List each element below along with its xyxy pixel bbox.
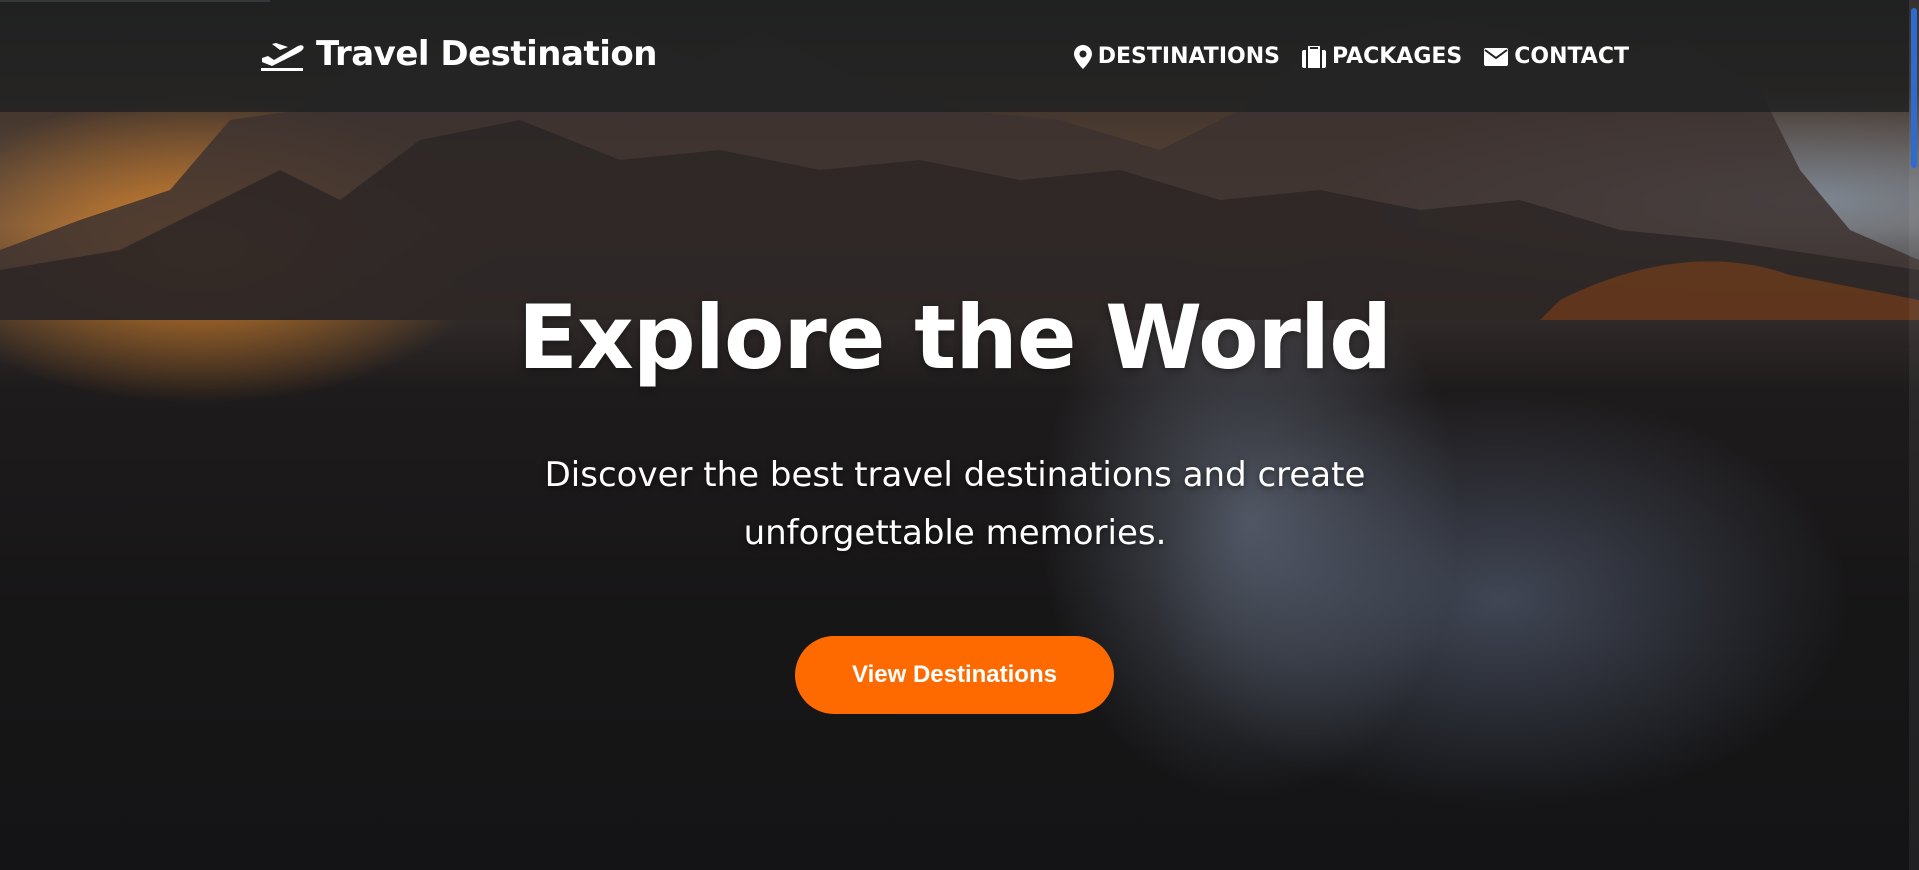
top-navbar: Travel Destination DESTINATIONS PACKAGES: [0, 0, 1909, 112]
nav-contact[interactable]: CONTACT: [1484, 44, 1629, 69]
map-pin-icon: [1073, 44, 1092, 69]
nav-destinations[interactable]: DESTINATIONS: [1073, 44, 1280, 69]
nav-packages[interactable]: PACKAGES: [1301, 44, 1463, 69]
scrollbar-thumb[interactable]: [1911, 8, 1917, 168]
page: Travel Destination DESTINATIONS PACKAGES: [0, 0, 1919, 870]
nav-destinations-label: DESTINATIONS: [1097, 44, 1280, 69]
page-scrollbar[interactable]: [1909, 0, 1919, 870]
main-nav: DESTINATIONS PACKAGES CONTACT: [1073, 44, 1629, 69]
view-destinations-button[interactable]: View Destinations: [795, 636, 1114, 714]
hero-subtitle: Discover the best travel destinations an…: [544, 455, 1366, 553]
nav-contact-label: CONTACT: [1514, 44, 1629, 69]
hero-title: Explore the World: [517, 286, 1392, 389]
nav-packages-label: PACKAGES: [1331, 44, 1463, 69]
brand-name: Travel Destination: [316, 34, 657, 74]
plane-departure-icon: [261, 43, 304, 71]
brand-logo-link[interactable]: Travel Destination: [258, 34, 657, 74]
envelope-icon: [1484, 47, 1509, 66]
suitcase-icon: [1301, 45, 1326, 68]
